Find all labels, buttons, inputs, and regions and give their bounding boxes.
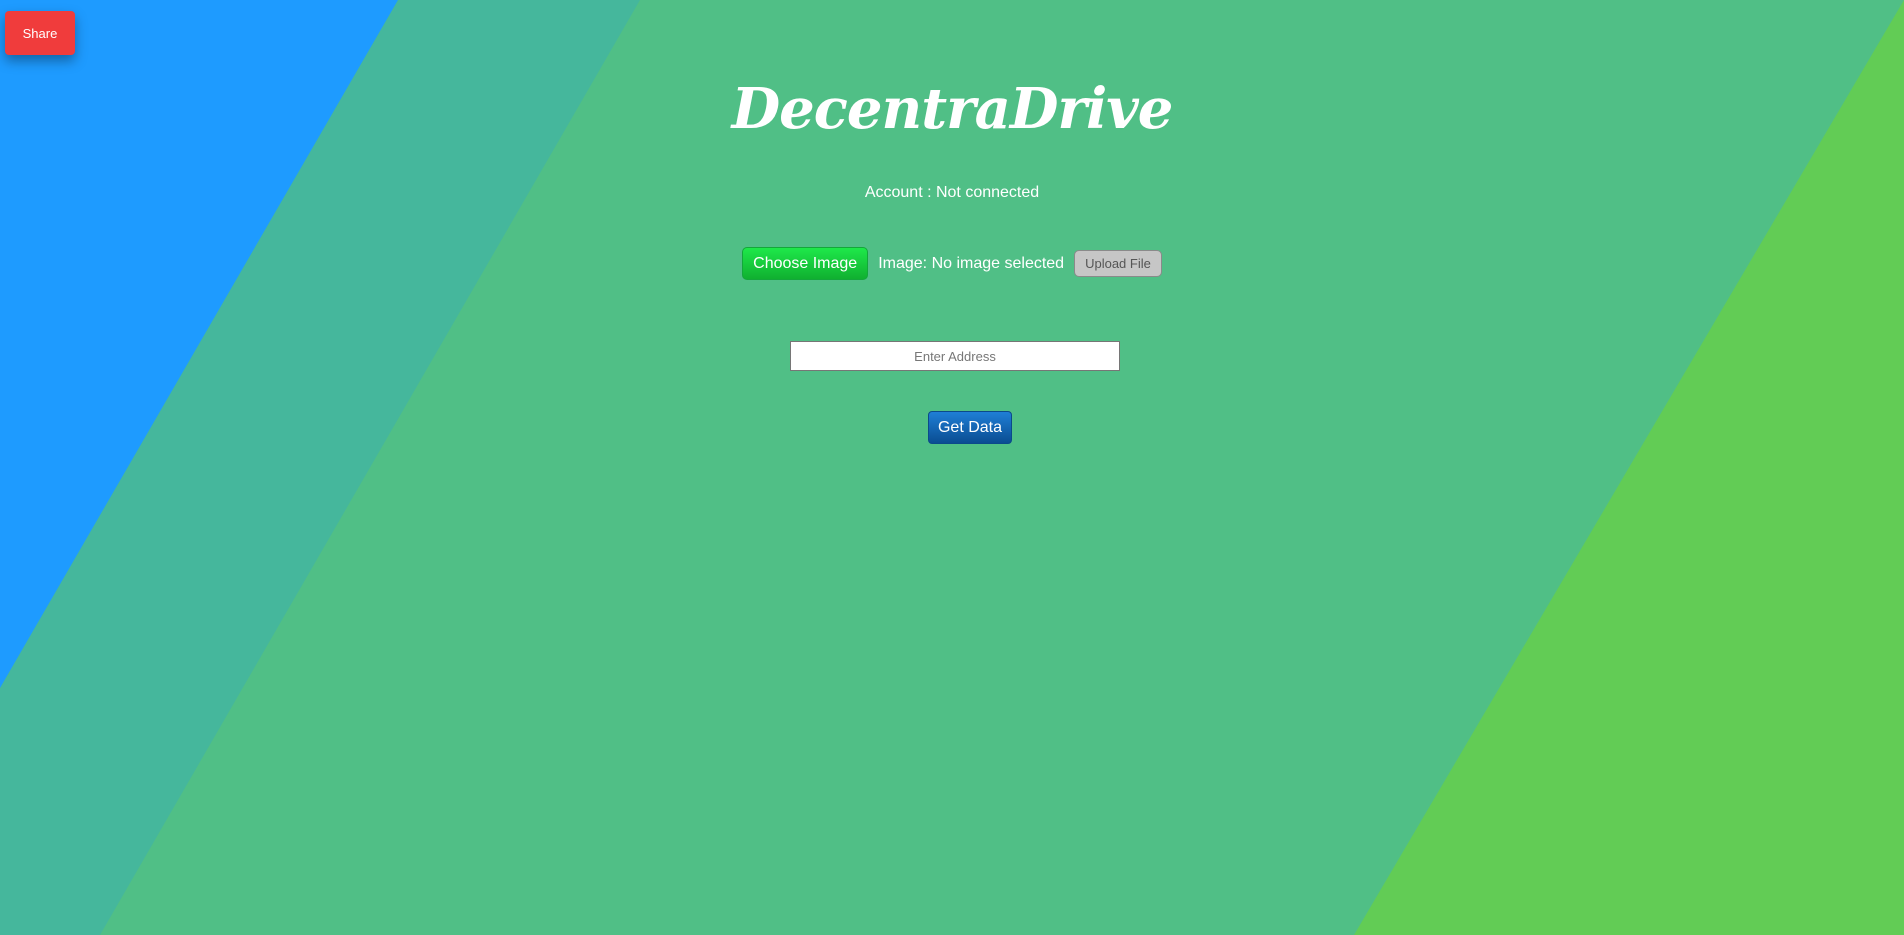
app-title: DecentraDrive — [731, 76, 1174, 142]
upload-form: Choose Image Image: No image selected Up… — [0, 247, 1904, 280]
address-input[interactable] — [790, 341, 1120, 371]
choose-image-button[interactable]: Choose Image — [742, 247, 869, 280]
image-status-label: Image: No image selected — [878, 254, 1065, 272]
share-button[interactable]: Share — [5, 11, 75, 55]
upload-file-button[interactable]: Upload File — [1074, 250, 1162, 277]
get-data-button[interactable]: Get Data — [928, 411, 1012, 444]
account-status: Account : Not connected — [864, 184, 1040, 201]
